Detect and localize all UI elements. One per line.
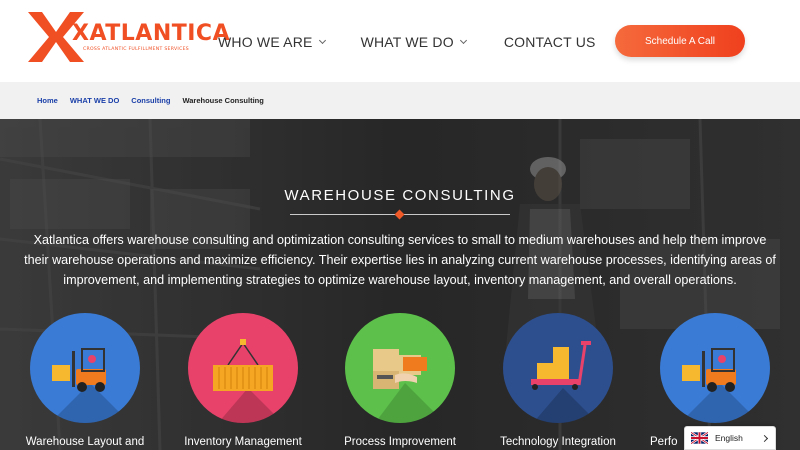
service-label: Warehouse Layout and [25,436,145,448]
service-process-improvement[interactable]: Process Improvement [344,313,456,448]
boxes-icon [345,313,455,423]
site-header: XATLANTICA CROSS ATLANTIC FULFILLMENT SE… [0,0,800,82]
breadcrumb: Home WHAT WE DO Consulting Warehouse Con… [0,82,800,119]
nav-who-we-are-label: WHO WE ARE [218,34,313,50]
forklift-icon [660,313,770,423]
main-nav: WHO WE ARE WHAT WE DO CONTACT US [218,34,596,50]
nav-contact-us-label: CONTACT US [503,34,596,50]
uk-flag-icon [691,432,708,444]
language-switcher[interactable]: English [684,426,776,450]
chevron-down-icon [318,36,326,45]
logo-wordmark: XATLANTICA [72,21,231,46]
nav-who-we-are[interactable]: WHO WE ARE [218,34,326,50]
nav-what-we-do-label: WHAT WE DO [360,34,454,50]
logo-tagline: CROSS ATLANTIC FULFILLMENT SERVICES [83,47,190,52]
page-title: WAREHOUSE CONSULTING [284,187,516,204]
service-label: Technology Integration [500,436,616,448]
language-label: English [715,433,743,443]
breadcrumb-current: Warehouse Consulting [182,96,264,105]
service-technology-integration[interactable]: Technology Integration [500,313,616,448]
breadcrumb-home[interactable]: Home [37,96,58,105]
pallet-jack-icon [503,313,613,423]
nav-contact-us[interactable]: CONTACT US [504,34,596,50]
container-icon [188,313,298,423]
forklift-icon [30,313,140,423]
xatlantica-logo[interactable]: XATLANTICA CROSS ATLANTIC FULFILLMENT SE… [28,12,230,64]
service-inventory-management[interactable]: Inventory Management [184,313,302,448]
service-warehouse-layout[interactable]: Warehouse Layout and [26,313,144,448]
breadcrumb-consulting[interactable]: Consulting [131,96,170,105]
hero-section: WAREHOUSE CONSULTING Xatlantica offers w… [0,119,800,450]
breadcrumb-what-we-do[interactable]: WHAT WE DO [70,96,119,105]
nav-what-we-do[interactable]: WHAT WE DO [360,34,467,50]
schedule-call-button[interactable]: Schedule A Call [615,25,745,57]
chevron-down-icon [459,36,467,45]
service-label: Process Improvement [344,436,456,448]
hero-description: Xatlantica offers warehouse consulting a… [24,233,776,287]
chevron-right-icon [760,434,769,443]
service-performance[interactable]: Perfo [650,313,770,448]
service-label: Inventory Management [184,436,302,448]
